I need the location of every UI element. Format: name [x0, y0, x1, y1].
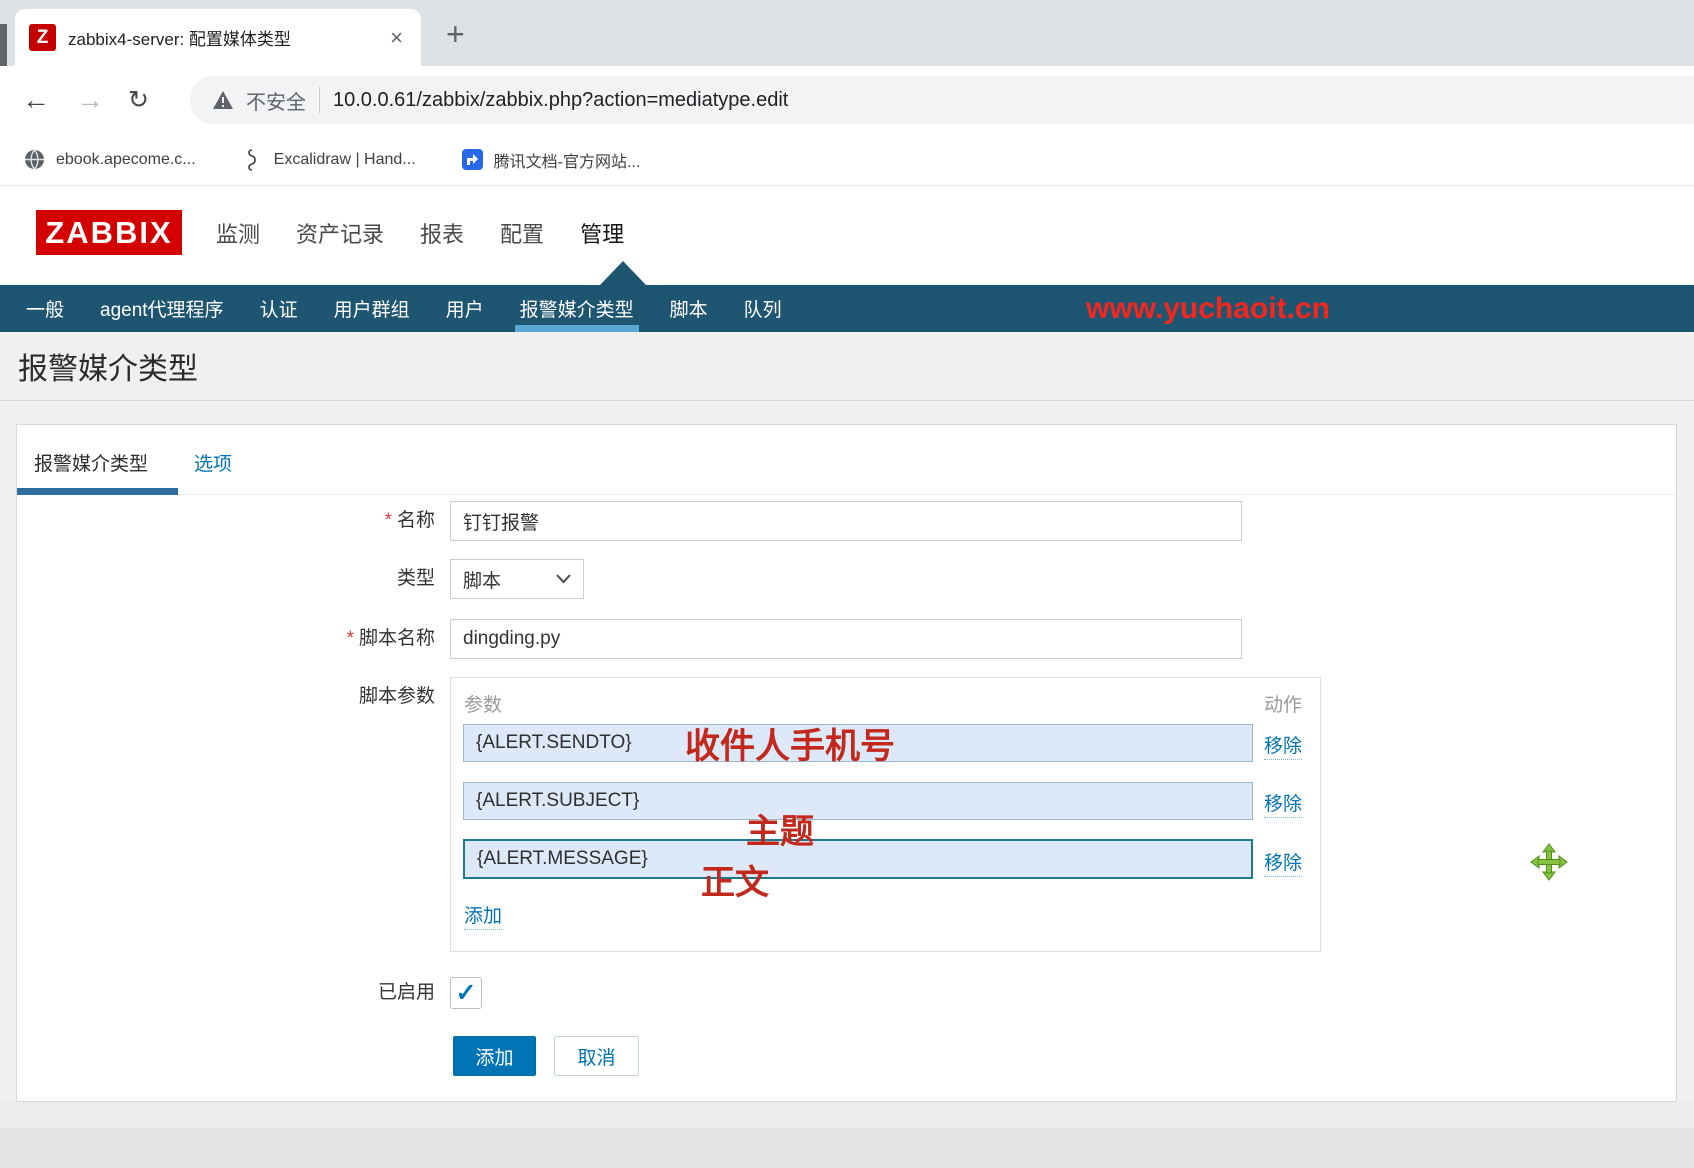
name-input[interactable] [450, 501, 1242, 541]
subnav-scripts[interactable]: 脚本 [670, 285, 708, 332]
required-asterisk: * [347, 628, 354, 649]
annotation-subject: 主题 [746, 804, 814, 853]
nav-administration[interactable]: 管理 [580, 217, 624, 249]
browser-tab-strip: Z zabbix4-server: 配置媒体类型 × + [0, 0, 1694, 66]
bookmark-excalidraw[interactable]: Excalidraw | Hand... [242, 149, 416, 170]
browser-toolbar: ← → ↻ 不安全 10.0.0.61/zabbix/zabbix.php?ac… [0, 66, 1694, 134]
remove-param-link[interactable]: 移除 [1264, 789, 1302, 818]
bookmark-tencent-docs[interactable]: 腾讯文档-官方网站... [462, 148, 641, 172]
subnav-authentication[interactable]: 认证 [260, 285, 298, 332]
security-warning-icon [212, 90, 233, 111]
footer-band [0, 1102, 1694, 1128]
script-params-label: 脚本参数 [17, 677, 435, 717]
type-select-value: 脚本 [463, 566, 501, 593]
action-column-header: 动作 [1264, 690, 1302, 717]
admin-subnav: 一般 agent代理程序 认证 用户群组 用户 报警媒介类型 脚本 队列 www… [0, 285, 1694, 332]
required-asterisk: * [385, 510, 392, 531]
tab-title: zabbix4-server: 配置媒体类型 [68, 25, 374, 50]
chevron-down-icon [556, 568, 571, 590]
zabbix-logo[interactable]: ZABBIX [36, 210, 182, 255]
subnav-general[interactable]: 一般 [26, 285, 64, 332]
tab-media-type[interactable]: 报警媒介类型 [34, 449, 148, 476]
reload-icon[interactable]: ↻ [128, 85, 149, 115]
bookmark-label: ebook.apecome.c... [56, 151, 196, 169]
forward-icon: → [76, 84, 104, 116]
browser-tab[interactable]: Z zabbix4-server: 配置媒体类型 × [15, 9, 421, 66]
omnibox-divider [319, 87, 320, 113]
page-title: 报警媒介类型 [18, 344, 198, 388]
subnav-media-types[interactable]: 报警媒介类型 [520, 285, 634, 332]
main-nav: 监测 资产记录 报表 配置 管理 [216, 210, 624, 255]
nav-reports[interactable]: 报表 [420, 217, 464, 249]
bookmark-label: 腾讯文档-官方网站... [494, 148, 641, 172]
url-text[interactable]: 10.0.0.61/zabbix/zabbix.php?action=media… [333, 89, 788, 112]
type-label: 类型 [17, 559, 435, 599]
back-icon[interactable]: ← [22, 84, 50, 116]
form-tabs: 报警媒介类型 选项 [17, 425, 1676, 495]
active-tab-underline [17, 488, 178, 495]
tab-options[interactable]: 选项 [194, 449, 232, 476]
subnav-proxies[interactable]: agent代理程序 [100, 285, 224, 332]
bookmark-label: Excalidraw | Hand... [274, 151, 416, 169]
script-name-label: *脚本名称 [17, 619, 435, 659]
security-warning-label[interactable]: 不安全 [246, 86, 306, 115]
watermark-text: www.yuchaoit.cn [1086, 292, 1330, 326]
annotation-recipient-phone: 收件人手机号 [685, 718, 895, 769]
subnav-items: 一般 agent代理程序 认证 用户群组 用户 报警媒介类型 脚本 队列 [0, 285, 1694, 332]
param-input[interactable] [463, 782, 1253, 820]
check-icon: ✓ [456, 981, 477, 1006]
address-bar[interactable]: 不安全 10.0.0.61/zabbix/zabbix.php?action=m… [190, 76, 1694, 124]
tencent-docs-icon [462, 149, 483, 170]
bookmark-ebook[interactable]: ebook.apecome.c... [24, 149, 196, 170]
subnav-queue[interactable]: 队列 [744, 285, 782, 332]
cancel-button[interactable]: 取消 [554, 1036, 639, 1076]
remove-param-link[interactable]: 移除 [1264, 731, 1302, 760]
nav-inventory[interactable]: 资产记录 [296, 217, 384, 249]
zabbix-favicon-icon: Z [29, 24, 56, 51]
script-name-input[interactable] [450, 619, 1242, 659]
param-input-focused[interactable] [463, 839, 1253, 879]
globe-icon [24, 149, 45, 170]
remove-param-link[interactable]: 移除 [1264, 848, 1302, 877]
nav-monitoring[interactable]: 监测 [216, 217, 260, 249]
param-column-header: 参数 [464, 690, 502, 717]
name-label: *名称 [17, 501, 435, 541]
subnav-users[interactable]: 用户 [446, 285, 484, 332]
active-menu-notch [600, 261, 646, 285]
bookmarks-bar: ebook.apecome.c... Excalidraw | Hand... … [0, 134, 1694, 186]
media-type-card: 报警媒介类型 选项 *名称 类型 脚本 *脚本名称 脚本参数 参数 [16, 424, 1677, 1102]
add-param-link[interactable]: 添加 [464, 901, 502, 930]
screen: Z zabbix4-server: 配置媒体类型 × + ← → ↻ 不安全 1… [0, 0, 1694, 1168]
zabbix-header: ZABBIX 监测 资产记录 报表 配置 管理 [0, 186, 1694, 285]
window-edge [0, 24, 7, 68]
new-tab-button[interactable]: + [446, 16, 465, 53]
add-button[interactable]: 添加 [453, 1036, 536, 1076]
enabled-checkbox[interactable]: ✓ [450, 977, 482, 1009]
type-select[interactable]: 脚本 [450, 559, 584, 599]
annotation-message-body: 正文 [701, 855, 769, 904]
nav-configuration[interactable]: 配置 [500, 217, 544, 249]
footer-band-dark [0, 1128, 1694, 1168]
subnav-user-groups[interactable]: 用户群组 [334, 285, 410, 332]
script-params-table: 参数 动作 移除 移除 移除 添加 收件人手机号 主题 正文 [450, 677, 1321, 952]
move-cursor-icon [1530, 843, 1568, 886]
enabled-label: 已启用 [17, 974, 435, 1012]
close-tab-icon[interactable]: × [386, 25, 407, 51]
header-divider [0, 400, 1694, 401]
excalidraw-icon [242, 149, 263, 170]
